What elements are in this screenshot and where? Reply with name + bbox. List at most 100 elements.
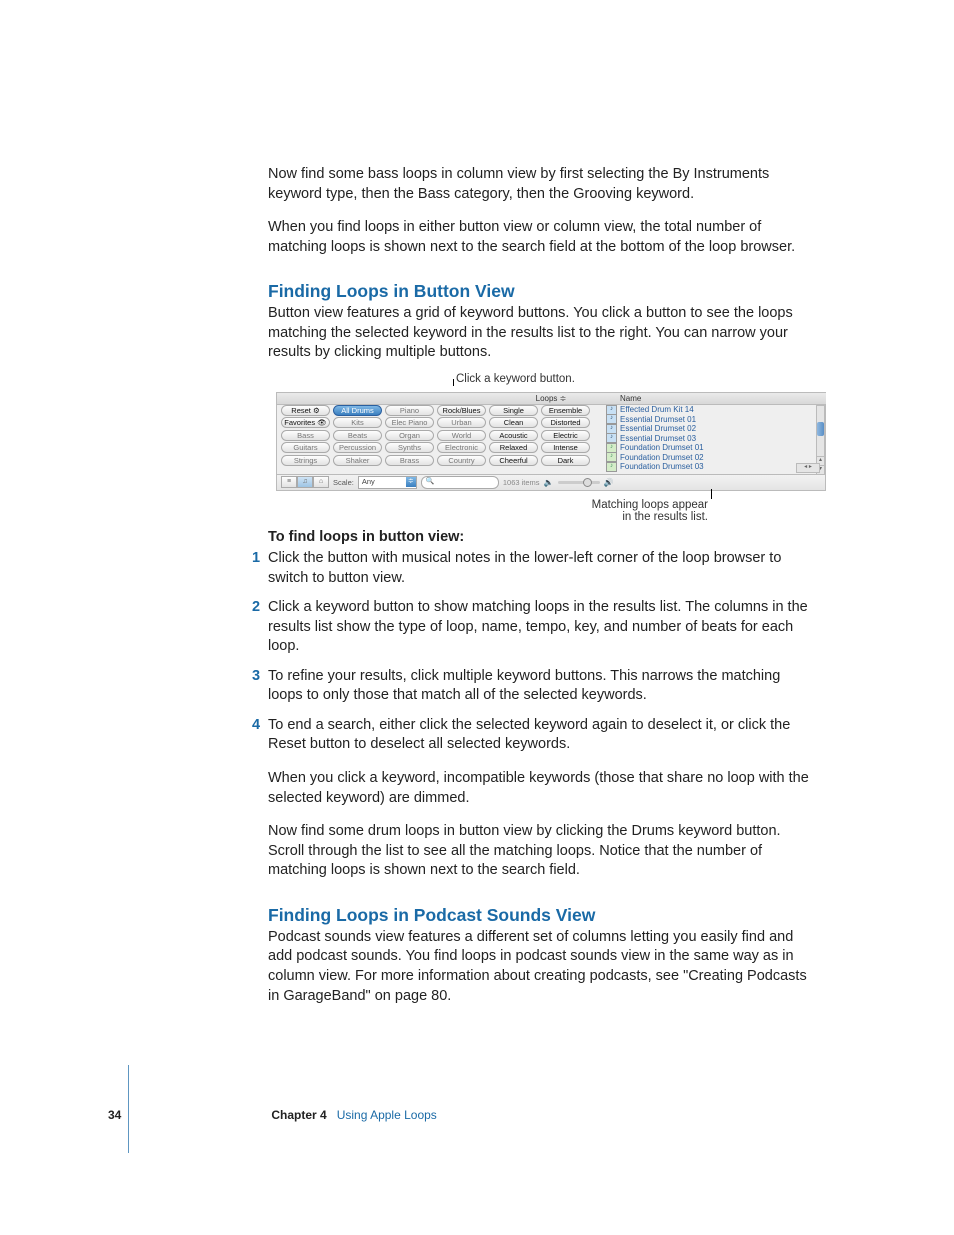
keyword-button[interactable]: Piano [385, 405, 434, 416]
keyword-button[interactable]: Strings [281, 455, 330, 466]
podcast-view-icon[interactable]: ⌂ [313, 476, 329, 488]
keyword-button[interactable]: Relaxed [489, 442, 538, 453]
keyword-button[interactable]: Acoustic [489, 430, 538, 441]
keyword-button[interactable]: Clean [489, 417, 538, 428]
speaker-max-icon: 🔊 [604, 478, 614, 487]
view-mode-segment[interactable]: ≡ ♫ ⌂ [281, 476, 329, 488]
list-item: 3To refine your results, click multiple … [268, 667, 809, 706]
result-row[interactable]: ♪Effected Drum Kit 14 [605, 405, 822, 415]
keyword-button[interactable]: Kits [333, 417, 382, 428]
result-row[interactable]: ♪Essential Drumset 03 [605, 433, 822, 443]
results-list: Name ♪Effected Drum Kit 14♪Essential Dru… [605, 405, 822, 474]
browser-bottom-bar: ≡ ♫ ⌂ Scale: Any ≑ 🔍 1063 items 🔈 🔊 [277, 474, 825, 490]
loop-name: Essential Drumset 01 [620, 415, 696, 424]
keyword-button[interactable]: Dark [541, 455, 590, 466]
callout-tick [453, 379, 454, 386]
keyword-button[interactable]: Guitars [281, 442, 330, 453]
keyword-button[interactable]: Organ [385, 430, 434, 441]
keyword-button[interactable]: Brass [385, 455, 434, 466]
keyword-button[interactable]: All Drums [333, 405, 382, 416]
chapter-label: Chapter 4 [271, 1108, 326, 1122]
scale-select[interactable]: Any ≑ [358, 476, 417, 489]
scale-label: Scale: [333, 478, 354, 487]
loop-name: Foundation Drumset 03 [620, 462, 704, 471]
result-row[interactable]: ♪Foundation Drumset 03 [605, 462, 822, 472]
paragraph: Button view features a grid of keyword b… [268, 304, 809, 363]
loop-type-icon: ♪ [606, 462, 617, 472]
heading-button-view: Finding Loops in Button View [268, 281, 809, 302]
step-number: 1 [252, 549, 260, 569]
callout-label: Matching loops appear [588, 499, 708, 511]
loop-name: Foundation Drumset 02 [620, 453, 704, 462]
margin-rule [128, 1065, 129, 1153]
keyword-button[interactable]: Cheerful [489, 455, 538, 466]
keyword-button[interactable]: Urban [437, 417, 486, 428]
step-text: To refine your results, click multiple k… [268, 668, 780, 704]
keyword-button[interactable]: Percussion [333, 442, 382, 453]
result-row[interactable]: ♪Foundation Drumset 01 [605, 443, 822, 453]
page-number: 34 [108, 1108, 271, 1122]
loop-type-icon: ♪ [606, 424, 617, 434]
scale-value: Any [362, 477, 375, 487]
chapter-title: Using Apple Loops [327, 1108, 437, 1122]
list-item: 4To end a search, either click the selec… [268, 716, 809, 755]
heading-podcast-view: Finding Loops in Podcast Sounds View [268, 905, 809, 926]
figure-loop-browser: Click a keyword button. Loops ≑ Reset ⚙A… [268, 377, 809, 507]
paragraph: When you find loops in either button vie… [268, 218, 809, 257]
list-item: 1Click the button with musical notes in … [268, 549, 809, 588]
keyword-button[interactable]: Elec Piano [385, 417, 434, 428]
page-footer: 34 Chapter 4 Using Apple Loops [108, 1108, 437, 1122]
keyword-button[interactable]: Single [489, 405, 538, 416]
keyword-button[interactable]: Intense [541, 442, 590, 453]
volume-slider[interactable] [558, 481, 600, 484]
button-view-icon[interactable]: ♫ [297, 476, 313, 488]
keyword-grid: Reset ⚙All DrumsPianoRock/BluesSingleEns… [281, 405, 599, 474]
step-number: 2 [252, 598, 260, 618]
keyword-button[interactable]: World [437, 430, 486, 441]
paragraph: Now find some bass loops in column view … [268, 165, 809, 204]
callout-label: Click a keyword button. [456, 373, 575, 385]
keyword-button[interactable]: Electronic [437, 442, 486, 453]
step-text: Click a keyword button to show matching … [268, 599, 808, 654]
horizontal-scroll[interactable]: ◂ ▸ [796, 463, 820, 473]
loop-type-icon: ♪ [606, 452, 617, 462]
keyword-button[interactable]: Distorted [541, 417, 590, 428]
paragraph: Podcast sounds view features a different… [268, 928, 809, 1006]
item-count: 1063 items [503, 478, 540, 487]
paragraph: When you click a keyword, incompatible k… [268, 769, 809, 808]
loop-name: Essential Drumset 02 [620, 424, 696, 433]
step-text: To end a search, either click the select… [268, 717, 790, 753]
speaker-min-icon: 🔈 [544, 478, 554, 487]
loop-browser-window: Loops ≑ Reset ⚙All DrumsPianoRock/BluesS… [276, 392, 826, 491]
loop-type-icon: ♪ [606, 414, 617, 424]
list-item: 2Click a keyword button to show matching… [268, 598, 809, 657]
steps-heading: To find loops in button view: [268, 529, 809, 545]
steps-list: 1Click the button with musical notes in … [268, 549, 809, 755]
loop-name: Foundation Drumset 01 [620, 443, 704, 452]
scrollbar-thumb[interactable] [817, 422, 824, 436]
keyword-button[interactable]: Electric [541, 430, 590, 441]
keyword-button[interactable]: Country [437, 455, 486, 466]
result-row[interactable]: ♪Essential Drumset 01 [605, 414, 822, 424]
result-row[interactable]: ♪Essential Drumset 02 [605, 424, 822, 434]
dropdown-arrow-icon: ≑ [406, 477, 416, 487]
loop-type-icon: ♪ [606, 443, 617, 453]
keyword-button[interactable]: Reset ⚙ [281, 405, 330, 416]
step-text: Click the button with musical notes in t… [268, 550, 781, 586]
loop-name: Essential Drumset 03 [620, 434, 696, 443]
keyword-button[interactable]: Beats [333, 430, 382, 441]
loop-name: Effected Drum Kit 14 [620, 405, 694, 414]
loop-type-icon: ♪ [606, 433, 617, 443]
keyword-button[interactable]: Favorites 👁 [281, 417, 330, 428]
column-view-icon[interactable]: ≡ [281, 476, 297, 488]
keyword-button[interactable]: Synths [385, 442, 434, 453]
callout-label: in the results list. [588, 511, 708, 523]
result-row[interactable]: ♪Foundation Drumset 02 [605, 452, 822, 462]
keyword-button[interactable]: Rock/Blues [437, 405, 486, 416]
keyword-button[interactable]: Ensemble [541, 405, 590, 416]
loop-type-icon: ♪ [606, 405, 617, 415]
results-header-name: Name [604, 393, 826, 405]
keyword-button[interactable]: Shaker [333, 455, 382, 466]
keyword-button[interactable]: Bass [281, 430, 330, 441]
search-input[interactable]: 🔍 [421, 476, 499, 489]
